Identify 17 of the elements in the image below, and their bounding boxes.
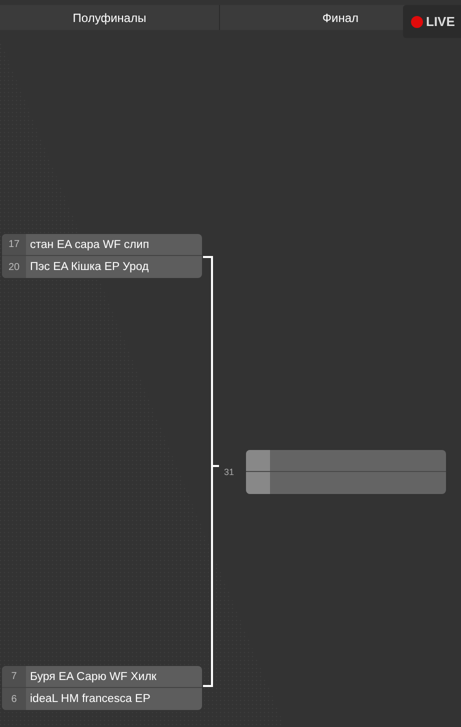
- seed-number: 20: [2, 256, 26, 278]
- match-card[interactable]: 17 стан EA сара WF слип 20 Пэс EA Кішка EP Урод: [2, 234, 202, 278]
- seed-number: 7: [2, 666, 26, 687]
- match-number: 31: [224, 466, 234, 479]
- seed-slot: [246, 472, 270, 494]
- team-name: ideaL HM francesca EP: [29, 692, 150, 707]
- match-card[interactable]: 7 Буря EA Сарю WF Хилк 6 ideaL HM francesca EP: [2, 666, 202, 710]
- round-header: Полуфиналы: [0, 5, 220, 30]
- live-badge[interactable]: LIVE: [403, 5, 461, 38]
- seed-number: 17: [2, 234, 26, 255]
- team-name: Буря EA Сарю WF Хилк: [29, 670, 156, 685]
- team-name: стан EA сара WF слип: [29, 238, 150, 253]
- live-label: LIVE: [426, 12, 455, 31]
- seed-number: 6: [2, 688, 26, 710]
- seed-slot: [246, 450, 270, 471]
- match-card[interactable]: [246, 450, 446, 494]
- team-name: Пэс EA Кішка EP Урод: [29, 260, 149, 275]
